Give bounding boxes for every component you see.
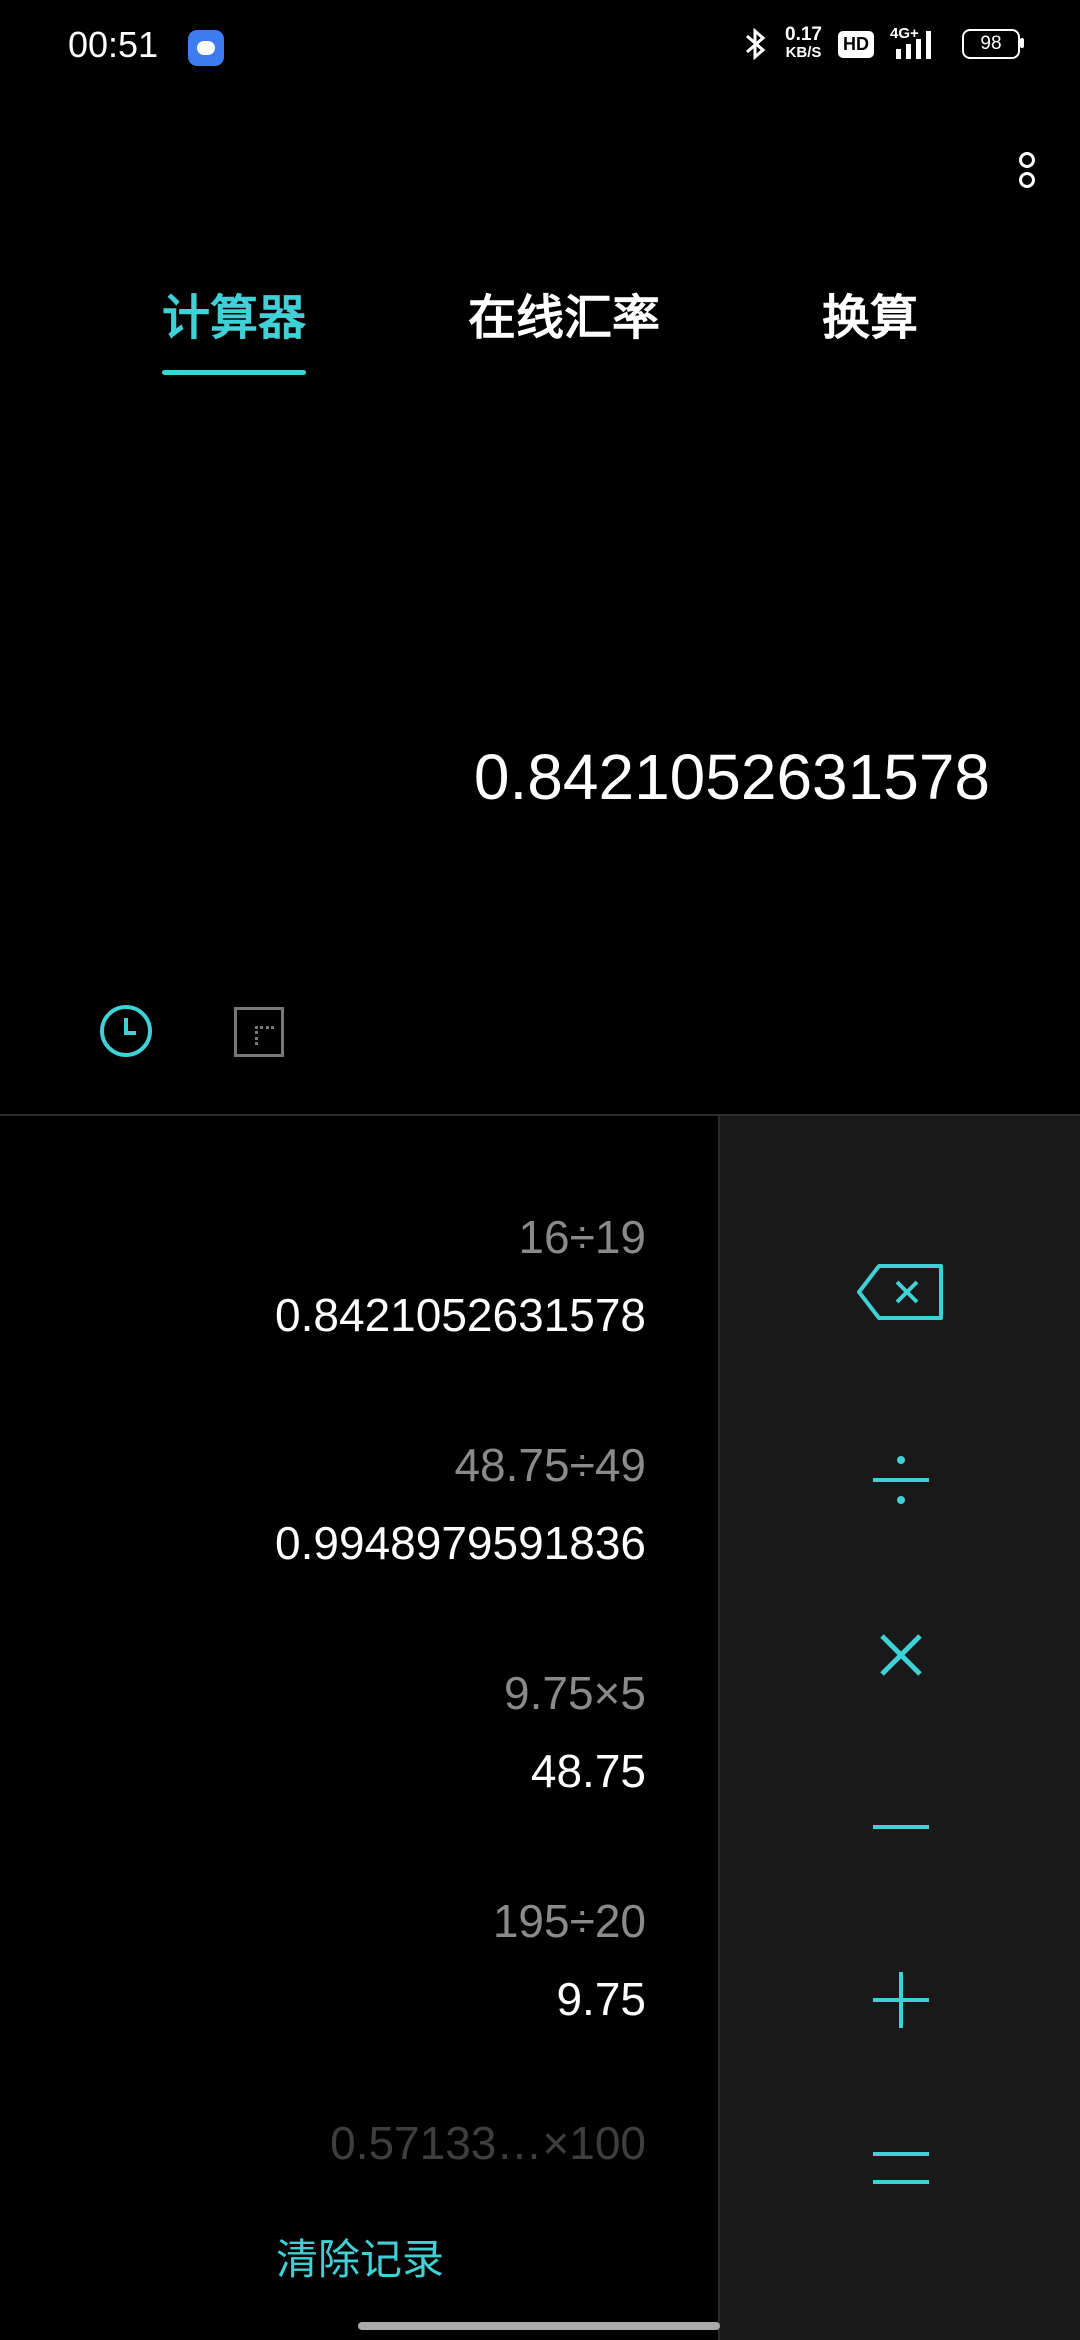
operator-panel: [718, 1116, 1080, 2340]
result-display: 0.8421052631578: [473, 741, 990, 813]
history-panel[interactable]: 16÷19 0.8421052631578 48.75÷49 0.9948979…: [0, 1116, 718, 2340]
history-item[interactable]: 195÷20 9.75: [493, 1894, 646, 2026]
history-result: 48.75: [530, 1745, 646, 1797]
equals-icon: [873, 2152, 929, 2184]
tab-calculator[interactable]: 计算器: [162, 278, 306, 348]
plus-icon: [873, 1972, 929, 2028]
history-result: 9.75: [556, 1973, 646, 2025]
mode-tabs: 计算器 在线汇率 换算: [0, 270, 1080, 380]
status-icons: 0.17 KB/S HD 4G+ 98: [743, 24, 1024, 62]
scientific-mode-icon[interactable]: [234, 1007, 284, 1057]
history-expression: 195÷20: [492, 1895, 646, 1947]
status-time: 00:51: [68, 24, 159, 65]
multiply-icon: [880, 1634, 922, 1676]
history-expression: 9.75×5: [504, 1667, 646, 1719]
history-expression: 16÷19: [518, 1211, 646, 1263]
network-speed: 0.17 KB/S: [785, 24, 822, 62]
history-expression: 0.57133…×100: [330, 2117, 646, 2169]
multiply-button[interactable]: [720, 1630, 1080, 1680]
plus-button[interactable]: [720, 1970, 1080, 2030]
history-icon[interactable]: [100, 1005, 152, 1057]
history-item[interactable]: 0.57133…×100: [330, 2116, 646, 2170]
battery-icon: 98: [962, 29, 1024, 59]
history-result: 0.8421052631578: [275, 1289, 646, 1341]
minus-button[interactable]: [720, 1822, 1080, 1832]
bluetooth-icon: [746, 27, 766, 61]
equals-button[interactable]: [720, 2148, 1080, 2188]
divide-button[interactable]: [720, 1452, 1080, 1508]
divide-icon: [873, 1456, 929, 1504]
minus-icon: [873, 1825, 929, 1829]
signal-icon: 4G+: [890, 25, 946, 61]
battery-level: 98: [980, 33, 1002, 54]
active-tab-indicator: [162, 370, 306, 375]
clear-history-button[interactable]: 清除记录: [276, 2226, 444, 2287]
history-item[interactable]: 16÷19 0.8421052631578: [275, 1210, 646, 1342]
history-item[interactable]: 48.75÷49 0.9948979591836: [275, 1438, 646, 1570]
home-indicator[interactable]: [358, 2322, 720, 2330]
backspace-icon: [857, 1264, 943, 1320]
tab-exchange-rate[interactable]: 在线汇率: [468, 278, 660, 348]
tab-conversion[interactable]: 换算: [822, 278, 918, 348]
history-item[interactable]: 9.75×5 48.75: [504, 1666, 646, 1798]
net-speed-value: 0.17: [785, 24, 822, 45]
backspace-button[interactable]: [720, 1262, 1080, 1322]
history-expression: 48.75÷49: [454, 1439, 646, 1491]
app-notification-icon: [188, 30, 224, 66]
status-bar: 00:51 0.17 KB/S HD 4G+ 98: [0, 0, 1080, 96]
history-result: 0.9948979591836: [275, 1517, 646, 1569]
net-speed-unit: KB/S: [785, 44, 822, 61]
more-options-icon[interactable]: [1012, 148, 1042, 196]
hd-badge: HD: [838, 30, 874, 58]
